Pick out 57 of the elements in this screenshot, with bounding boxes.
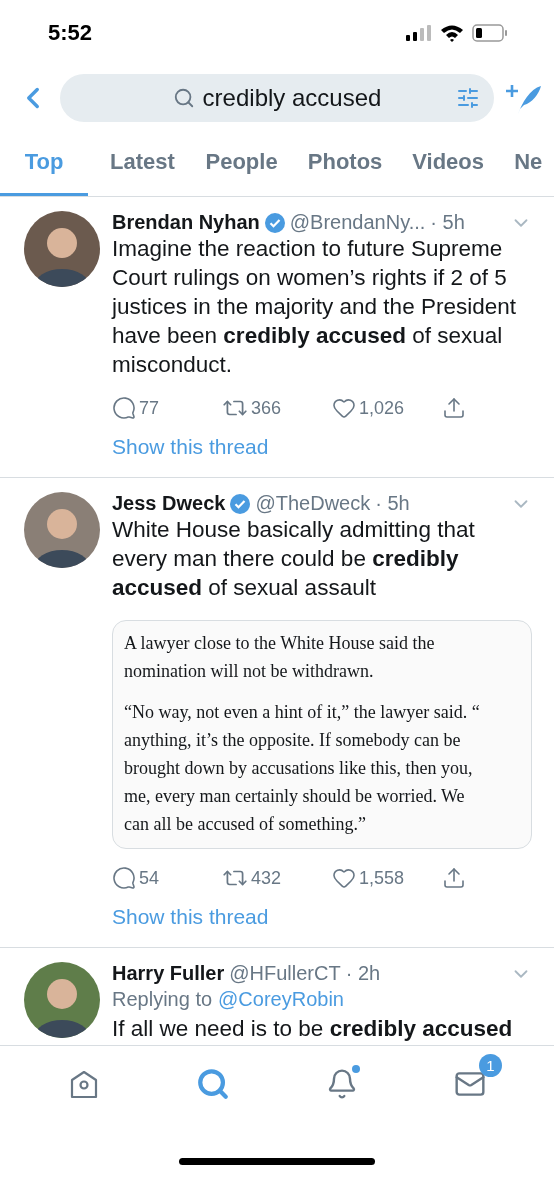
home-icon [68, 1068, 100, 1100]
tweet-text: White House basically admitting that every man there could be credibly accused of sexual assault [112, 516, 476, 602]
filter-button[interactable] [456, 86, 480, 110]
search-field[interactable]: credibly accused [60, 74, 494, 122]
tab[interactable]: People [191, 130, 286, 196]
tweet-text: If all we need is to be credibly accused [112, 1015, 514, 1043]
share-button[interactable] [442, 396, 466, 420]
tweet-time: · 5h [430, 211, 465, 234]
mention-link[interactable]: @CoreyRobin [218, 985, 344, 1014]
signal-icon [406, 25, 432, 41]
heart-icon [332, 396, 356, 420]
like-button[interactable]: 1,026 [332, 396, 442, 420]
tweet-time: · 2h [345, 962, 381, 985]
heart-icon [332, 866, 356, 890]
quote-text: anything, it’s the opposite. If somebody can be [124, 729, 462, 752]
show-thread-link[interactable]: Show this thread [112, 435, 269, 459]
quote-text: nomination will not be withdrawn. [124, 660, 375, 683]
retweet-button[interactable]: 366 [222, 395, 332, 421]
battery-icon [472, 24, 508, 42]
speech-bubble-icon [112, 866, 136, 890]
share-icon [442, 396, 466, 420]
author-handle: @BrendanNy... [289, 211, 426, 234]
reply-button[interactable]: 77 [112, 396, 222, 420]
nav-tab[interactable] [68, 1068, 100, 1100]
tab[interactable]: Videos [398, 130, 493, 196]
reply-button[interactable]: 54 [112, 866, 222, 890]
replying-label: Replying to [112, 987, 213, 1012]
nav-tab[interactable] [196, 1067, 230, 1101]
author-name[interactable]: Brendan Nyhan [112, 211, 260, 234]
author-name[interactable]: Harry Fuller [112, 962, 225, 985]
retweet-button[interactable]: 432 [222, 865, 332, 891]
tab[interactable]: Ne [500, 130, 554, 196]
quote-text: A lawyer close to the White House said the [124, 632, 436, 655]
quote-text: brought down by accusations like this, then you, [124, 757, 474, 780]
wifi-icon [440, 24, 464, 42]
author-handle: @TheDweck [255, 492, 371, 515]
share-icon [442, 866, 466, 890]
tweet-text: Imagine the reaction to future Supreme Court rulings on women’s rights if 2 of 5 justices in the majority and the President have been credibly accused of sexual misconduct. [112, 235, 517, 379]
tweet-time: · 5h [375, 492, 410, 515]
bell-icon [326, 1068, 358, 1100]
nav-tab[interactable] [326, 1068, 358, 1100]
like-button[interactable]: 1,558 [332, 866, 442, 890]
author-handle: @HFullerCT [229, 962, 341, 985]
tab[interactable]: Photos [293, 130, 391, 196]
quote-text: me, every man certainly should be worried. We [124, 785, 466, 808]
quote-text: “No way, not even a hint of it,” the lawyer said. “ [124, 701, 481, 724]
search-icon [196, 1067, 230, 1101]
count-badge: 1 [479, 1054, 502, 1077]
tab[interactable]: Top [0, 130, 88, 196]
status-time: 5:52 [48, 20, 93, 46]
search-icon [172, 87, 195, 109]
quote-text: can all be accused of something.” [124, 813, 367, 836]
show-thread-link[interactable]: Show this thread [112, 905, 269, 929]
share-button[interactable] [442, 866, 466, 890]
tab[interactable]: Latest [96, 130, 184, 196]
speech-bubble-icon [112, 396, 136, 420]
author-name[interactable]: Jess Dweck [112, 492, 226, 515]
